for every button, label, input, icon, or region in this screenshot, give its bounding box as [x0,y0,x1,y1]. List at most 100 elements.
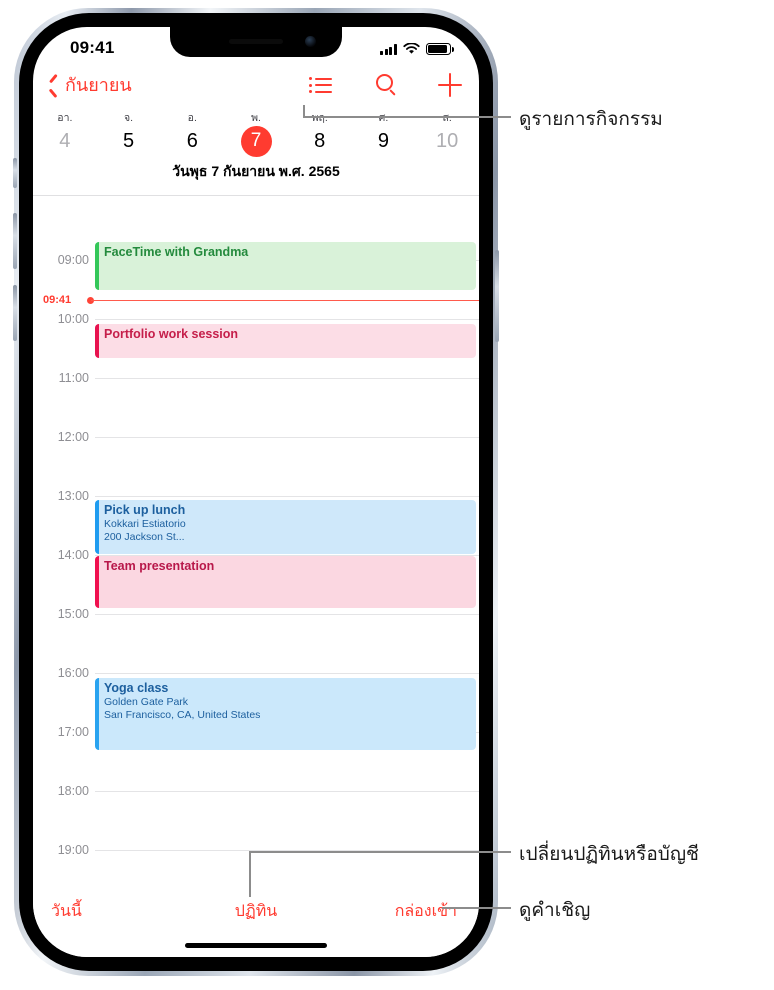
week-day-name: อ. [187,112,197,124]
hour-gridline [95,437,479,438]
day-schedule-grid[interactable]: 09:00 10:00 11:00 12:00 13:00 14:00 15:00 16:00… [33,196,479,877]
week-day-number-wrap: 10 [415,125,479,157]
week-day-name: อา. [57,112,73,124]
wifi-icon [403,43,420,54]
week-day-cell[interactable]: อ. 6 [160,111,224,157]
hour-label: 17:00 [57,725,89,739]
week-day-name: พ. [251,112,261,124]
calendar-event[interactable]: Pick up lunch Kokkari Estiatorio 200 Jacks… [95,500,476,554]
week-day-number-wrap: 8 [288,125,352,157]
home-indicator[interactable] [185,943,327,948]
week-day-number: 4 [59,130,71,152]
hour-label: 10:00 [57,312,89,326]
hour-label: 18:00 [57,784,89,798]
event-title: Yoga class [104,681,169,695]
week-day-number-wrap: 9 [352,125,416,157]
hour-gridline [95,673,479,674]
week-day-name: พฤ. [311,112,328,124]
navigation-bar: กันยายน [33,71,479,111]
callout-change-calendar-leader [440,851,511,853]
tab-calendars[interactable]: ปฏิทิน [235,899,277,924]
event-subtitle: Golden Gate Park [104,696,189,708]
hour-gridline [95,496,479,497]
mute-switch[interactable] [13,158,17,188]
week-day-number: 5 [123,130,135,152]
event-title: FaceTime with Grandma [104,245,249,259]
status-bar-clock: 09:41 [70,38,115,57]
week-day-number-wrap: 4 [33,125,97,157]
week-day-cell[interactable]: จ. 5 [97,111,161,157]
event-subtitle: San Francisco, CA, United States [104,709,261,721]
week-day-number: 9 [377,130,390,152]
event-color-bar [95,500,99,554]
calendar-event[interactable]: Portfolio work session [95,324,476,358]
power-button[interactable] [495,250,499,342]
hour-label: 16:00 [57,666,89,680]
current-time-label: 09:41 [43,294,72,307]
event-color-bar [95,556,99,608]
week-day-cell[interactable]: อา. 4 [33,111,97,157]
hour-gridline [95,791,479,792]
event-subtitle: 200 Jackson St... [104,531,185,543]
navigation-actions [309,72,463,98]
week-day-name: จ. [124,112,134,124]
tab-today[interactable]: วันนี้ [51,899,82,924]
back-button[interactable]: กันยายน [49,73,132,97]
hour-gridline [95,378,479,379]
event-title: Portfolio work session [104,327,239,341]
hour-label: 12:00 [57,430,89,444]
event-title: Pick up lunch [104,503,186,517]
event-title: Team presentation [104,559,215,573]
callout-list-view: ดูรายการกิจกรรม [519,109,663,130]
week-day-number: 10 [436,130,459,152]
status-bar: 09:41 [33,27,479,71]
week-day-number: 8 [314,130,326,152]
hour-label: 15:00 [57,607,89,621]
event-color-bar [95,678,99,750]
event-color-bar [95,324,99,358]
calendar-event[interactable]: Yoga class Golden Gate Park San Francisco,… [95,678,476,750]
hour-label: 19:00 [57,843,89,857]
week-day-number-wrap: 5 [97,125,161,157]
tab-bar: วันนี้ ปฏิทิน กล่องเข้า [33,877,479,957]
status-bar-indicators [379,40,454,55]
battery-icon [426,43,454,55]
phone-device: 09:41 กันยายน อา. 4 จ. 5 อ. 6 พ. 7 พฤ. 8… [13,8,499,976]
week-day-name: ศ. [378,112,389,124]
week-day-number: 6 [186,130,198,152]
callout-change-calendar: เปลี่ยนปฏิทินหรือบัญชี [519,844,699,865]
hour-label: 11:00 [58,371,89,385]
back-button-label: กันยายน [65,75,132,95]
callout-calendars-leader-horizontal [249,851,441,853]
hour-label: 09:00 [57,253,89,267]
cellular-signal-icon [379,44,397,55]
week-strip: อา. 4 จ. 5 อ. 6 พ. 7 พฤ. 8 ศ. 9 ส. 10 [33,111,479,163]
hour-label: 14:00 [57,548,89,562]
week-day-name: ส. [442,112,452,124]
chevron-left-icon [49,76,60,95]
calendar-event[interactable]: FaceTime with Grandma [95,242,476,290]
callout-view-invites-leader [442,907,511,909]
phone-screen: 09:41 กันยายน อา. 4 จ. 5 อ. 6 พ. 7 พฤ. 8… [33,27,479,957]
page-title: วันพุธ 7 กันยายน พ.ศ. 2565 [172,163,340,179]
event-color-bar [95,242,99,290]
search-icon[interactable] [373,72,399,98]
callout-view-invites: ดูคำเชิญ [519,900,591,921]
hour-label: 13:00 [57,489,89,503]
event-subtitle: Kokkari Estiatorio [104,518,186,530]
callout-calendars-leader-vertical [249,851,251,897]
volume-down-button[interactable] [13,285,17,341]
week-day-number-wrap: 6 [160,125,224,157]
week-day-number-wrap: 7 [224,125,288,157]
hour-gridline [95,319,479,320]
list-icon[interactable] [309,72,335,98]
volume-up-button[interactable] [13,213,17,269]
callout-list-view-leader-horizontal [303,116,511,118]
tab-inbox[interactable]: กล่องเข้า [395,899,457,924]
calendar-event[interactable]: Team presentation [95,556,476,608]
hour-gridline [95,614,479,615]
week-day-number-selected: 7 [240,125,272,157]
week-day-cell[interactable]: พ. 7 [224,111,288,157]
plus-icon[interactable] [437,72,463,98]
current-time-line [91,299,479,302]
